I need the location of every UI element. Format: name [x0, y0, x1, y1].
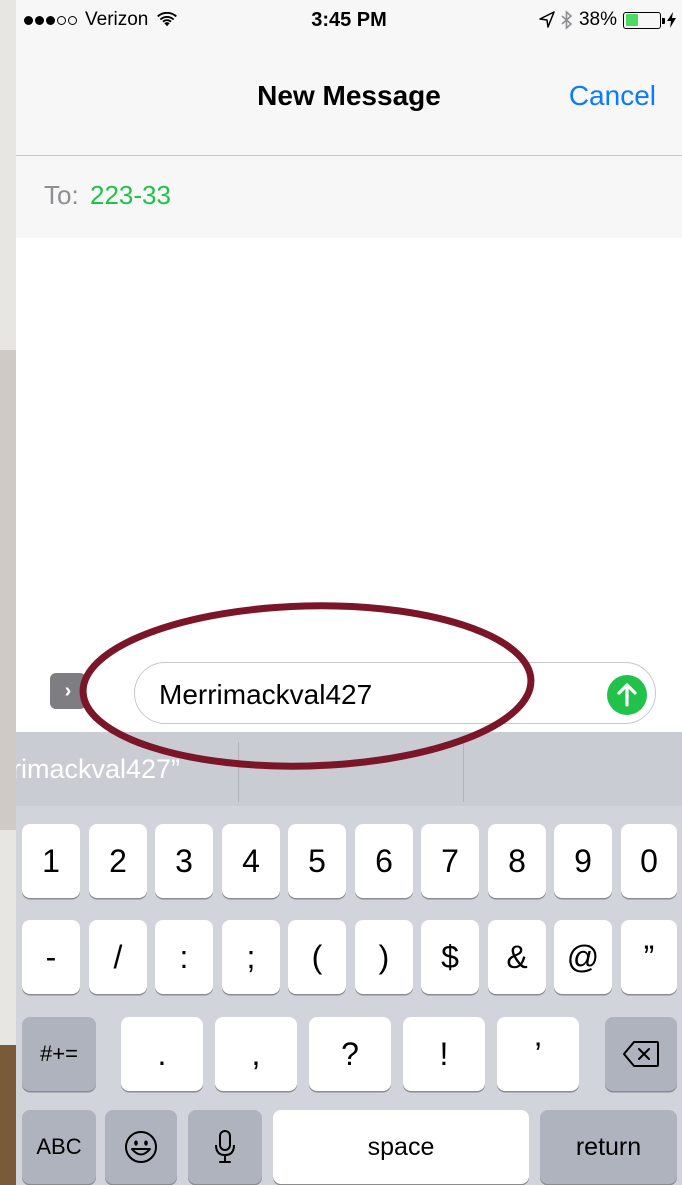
key[interactable]: ( — [288, 920, 346, 994]
apps-button[interactable]: › — [50, 673, 86, 709]
predictive-bar: rimackval427” — [16, 732, 682, 806]
suggestion-1[interactable]: rimackval427” — [16, 732, 234, 806]
key[interactable]: 3 — [155, 824, 213, 898]
send-button[interactable] — [607, 675, 647, 715]
microphone-icon — [215, 1130, 235, 1163]
key[interactable]: @ — [554, 920, 612, 994]
key[interactable]: ! — [403, 1017, 485, 1091]
bluetooth-icon — [561, 10, 573, 30]
key[interactable]: - — [22, 920, 80, 994]
key[interactable]: ’ — [497, 1017, 579, 1091]
key[interactable]: & — [488, 920, 546, 994]
key[interactable]: 4 — [222, 824, 280, 898]
dictation-key[interactable] — [188, 1110, 262, 1184]
key[interactable]: ; — [222, 920, 280, 994]
send-arrow-icon — [617, 683, 637, 707]
battery-fill — [625, 14, 639, 26]
key[interactable]: 1 — [22, 824, 80, 898]
key[interactable]: : — [155, 920, 213, 994]
key[interactable]: ) — [355, 920, 413, 994]
message-input[interactable]: Merrimackval427 — [134, 662, 656, 724]
charging-icon — [667, 12, 676, 28]
return-key[interactable]: return — [540, 1110, 677, 1184]
phone-screen: Verizon 3:45 PM 38% New Message Cancel T… — [16, 0, 682, 1185]
symbols-shift-key[interactable]: #+= — [22, 1017, 96, 1091]
key[interactable]: , — [215, 1017, 297, 1091]
status-bar: Verizon 3:45 PM 38% — [16, 0, 682, 40]
abc-key[interactable]: ABC — [22, 1110, 96, 1184]
key[interactable]: $ — [421, 920, 479, 994]
key[interactable]: ? — [309, 1017, 391, 1091]
recipient-label: To: — [44, 180, 79, 210]
space-key[interactable]: space — [273, 1110, 529, 1184]
location-icon — [539, 11, 555, 28]
delete-key[interactable] — [605, 1017, 677, 1091]
key[interactable]: 5 — [288, 824, 346, 898]
message-text: Merrimackval427 — [159, 679, 373, 710]
conversation-area — [16, 238, 682, 656]
delete-icon — [623, 1041, 659, 1067]
key[interactable]: . — [121, 1017, 203, 1091]
emoji-icon — [125, 1131, 157, 1163]
key[interactable]: / — [89, 920, 147, 994]
key[interactable]: 8 — [488, 824, 546, 898]
key[interactable]: 9 — [554, 824, 612, 898]
compose-bar: › Merrimackval427 — [16, 656, 682, 732]
chevron-right-icon: › — [64, 680, 72, 702]
key[interactable]: ” — [621, 920, 677, 994]
key[interactable]: 2 — [89, 824, 147, 898]
keyboard: 1 2 3 4 5 6 7 8 9 0 - / : ; ( ) $ & @ ” … — [16, 806, 682, 1185]
cancel-button[interactable]: Cancel — [569, 80, 656, 112]
emoji-key[interactable] — [105, 1110, 177, 1184]
battery-percent: 38% — [578, 9, 617, 30]
suggestion-3[interactable] — [464, 732, 682, 806]
recipient-value[interactable]: 223-33 — [90, 180, 171, 211]
nav-bar: New Message Cancel — [16, 40, 682, 156]
key[interactable]: 6 — [355, 824, 413, 898]
key[interactable]: 0 — [621, 824, 677, 898]
recipient-field[interactable]: To: 223-33 — [16, 156, 682, 238]
battery-icon — [623, 11, 665, 29]
background-table — [0, 1045, 16, 1185]
suggestion-2[interactable] — [239, 732, 463, 806]
key[interactable]: 7 — [421, 824, 479, 898]
background-shadow — [0, 350, 16, 830]
